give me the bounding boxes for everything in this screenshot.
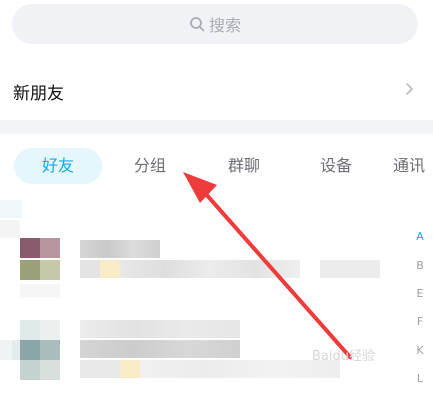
watermark: Baidu经验: [312, 349, 375, 364]
annotation-arrow: [183, 172, 352, 359]
